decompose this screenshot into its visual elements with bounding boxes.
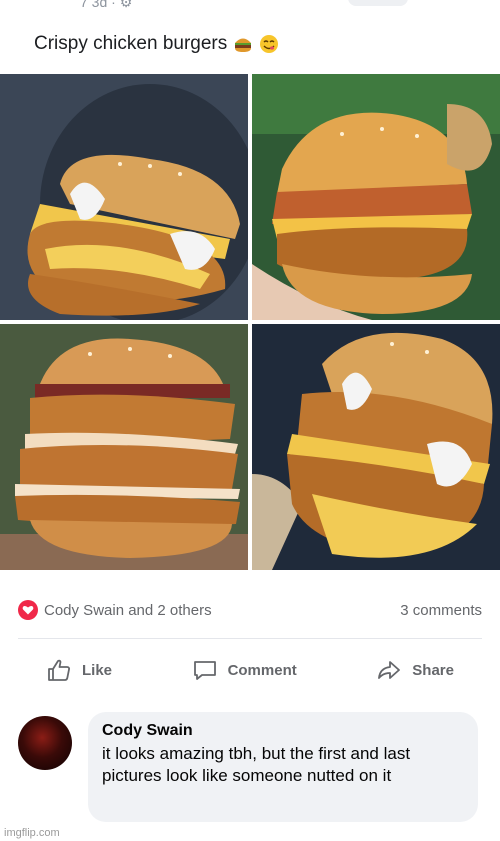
avatar[interactable] (18, 716, 72, 770)
like-label: Like (82, 661, 113, 679)
yum-emoji-icon (260, 35, 279, 53)
thumbs-up-icon (48, 659, 70, 681)
share-icon (378, 661, 401, 679)
comment-text: it looks amazing tbh, but the first and … (102, 744, 411, 785)
comments-count[interactable]: 3 comments (400, 602, 482, 619)
burger-photo-4[interactable] (252, 324, 500, 570)
reactions-summary[interactable]: Cody Swain and 2 others (18, 600, 212, 620)
share-button[interactable]: Share (348, 657, 482, 683)
comment-icon (193, 661, 216, 680)
post-actions: Like Comment Share (18, 652, 482, 688)
burger-photo-3[interactable] (0, 324, 248, 570)
comment-bubble: Cody Swain it looks amazing tbh, but the… (88, 712, 478, 822)
divider (18, 638, 482, 639)
post-caption: Crispy chicken burgers (34, 33, 279, 55)
reactions-summary-text: Cody Swain and 2 others (44, 601, 212, 619)
watermark: imgflip.com (4, 827, 60, 839)
heart-reaction-icon (18, 600, 38, 620)
photo-grid (0, 74, 500, 570)
comment-button[interactable]: Comment (164, 657, 325, 683)
post-meta: 7 3d · ⚙ (80, 0, 133, 10)
reactions-row: Cody Swain and 2 others 3 comments (18, 598, 482, 622)
post-caption-text: Crispy chicken burgers (34, 33, 228, 54)
burger-emoji-icon (235, 38, 252, 52)
burger-photo-2[interactable] (252, 74, 500, 320)
like-button[interactable]: Like (18, 657, 140, 683)
share-label: Share (412, 661, 454, 679)
comment-label: Comment (227, 661, 297, 679)
previous-comment-bubble (348, 0, 408, 6)
burger-photo-1[interactable] (0, 74, 248, 320)
comment-author[interactable]: Cody Swain (102, 722, 464, 740)
